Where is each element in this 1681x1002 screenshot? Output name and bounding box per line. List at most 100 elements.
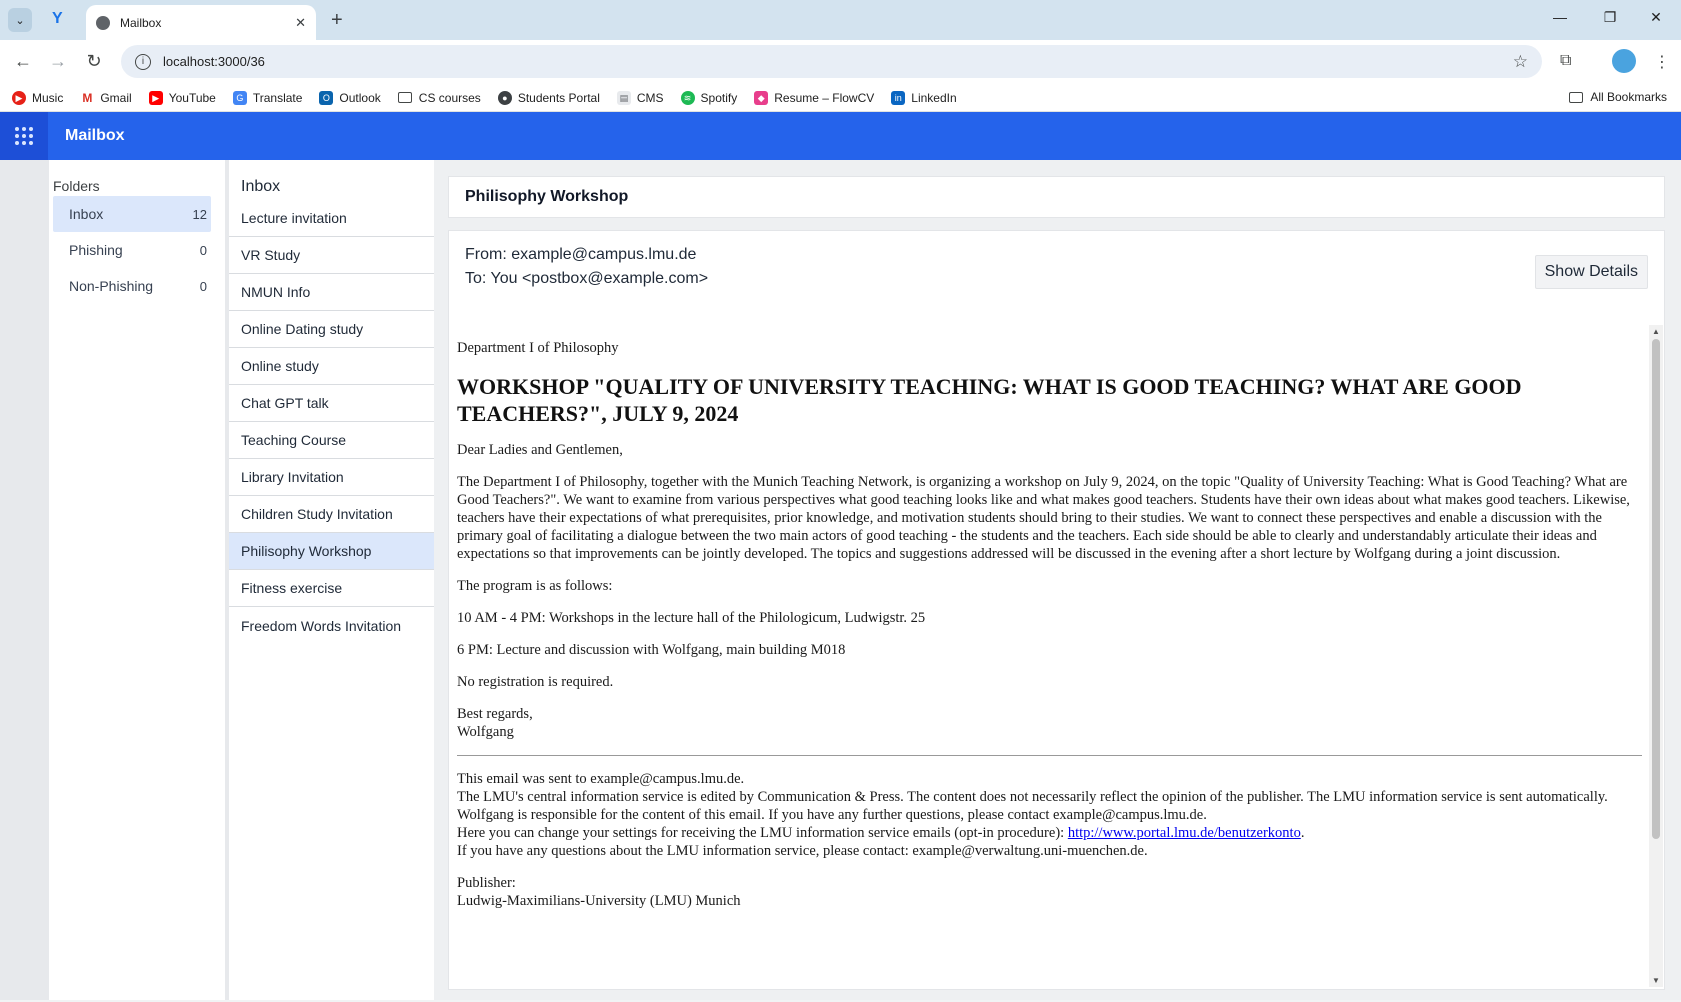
folders-panel: Folders Inbox 12 Phishing 0 Non-Phishing… xyxy=(49,160,225,1000)
bookmark-music[interactable]: ▶ Music xyxy=(12,90,63,105)
apps-grid-icon[interactable] xyxy=(0,112,48,160)
mail-list-item[interactable]: Teaching Course xyxy=(229,422,434,459)
message-from: From: example@campus.lmu.de xyxy=(465,246,697,263)
footer-line: Here you can change your settings for re… xyxy=(457,825,1305,841)
mail-list-panel: Inbox Lecture invitation VR Study NMUN I… xyxy=(225,160,434,1000)
folders-title: Folders xyxy=(53,178,100,194)
show-details-button[interactable]: Show Details xyxy=(1534,255,1648,289)
url-omnibox[interactable]: i localhost:3000/36 ☆ xyxy=(121,45,1542,78)
footer-line: If you have any questions about the LMU … xyxy=(457,843,1148,859)
browser-tab[interactable]: Mailbox ✕ xyxy=(86,5,316,40)
minimize-icon[interactable]: — xyxy=(1550,9,1570,25)
restore-icon[interactable]: ❐ xyxy=(1600,9,1620,26)
new-tab-icon[interactable]: + xyxy=(331,9,343,32)
forward-icon[interactable]: → xyxy=(48,51,68,72)
mail-list-item[interactable]: Children Study Invitation xyxy=(229,496,434,533)
tab-title: Mailbox xyxy=(120,15,162,30)
folder-count: 0 xyxy=(199,278,207,294)
folder-icon xyxy=(397,92,412,103)
body-paragraph: The Department I of Philosophy, together… xyxy=(457,474,1630,562)
greeting: Dear Ladies and Gentlemen, xyxy=(457,442,623,458)
outlook-icon: O xyxy=(319,90,334,105)
bookmark-translate[interactable]: G Translate xyxy=(232,90,302,105)
footer-line: Wolfgang is responsible for the content … xyxy=(457,807,1207,823)
message-subject: Philisophy Workshop xyxy=(448,176,1665,218)
mail-list-item[interactable]: Freedom Words Invitation xyxy=(229,607,434,644)
app-body: Folders Inbox 12 Phishing 0 Non-Phishing… xyxy=(0,160,1681,1000)
divider xyxy=(457,755,1642,756)
signature: Wolfgang xyxy=(457,724,514,740)
address-bar: ← → ↻ i localhost:3000/36 ☆ ⧉ ⋮ xyxy=(0,40,1681,84)
mail-list-item[interactable]: Lecture invitation xyxy=(229,200,434,237)
email-scrollbar[interactable]: ▲ ▼ xyxy=(1649,325,1663,987)
app-header: Mailbox xyxy=(0,112,1681,160)
bookmark-students-portal[interactable]: ● Students Portal xyxy=(497,90,600,105)
window-close-icon[interactable]: ✕ xyxy=(1646,9,1666,26)
registration-note: No registration is required. xyxy=(457,674,614,690)
url-text[interactable]: localhost:3000/36 xyxy=(163,54,1513,69)
site-info-icon[interactable]: i xyxy=(135,53,151,70)
bookmark-linkedin[interactable]: in LinkedIn xyxy=(891,90,957,105)
bookmark-youtube[interactable]: ▶ YouTube xyxy=(148,90,216,105)
folder-label: Phishing xyxy=(69,242,123,258)
folder-inbox[interactable]: Inbox 12 xyxy=(53,196,211,232)
all-bookmarks[interactable]: All Bookmarks xyxy=(1569,90,1667,104)
mail-list-item-selected[interactable]: Philisophy Workshop xyxy=(229,533,434,570)
mail-list-item[interactable]: Online study xyxy=(229,348,434,385)
publisher-name: Ludwig-Maximilians-University (LMU) Muni… xyxy=(457,893,741,909)
bookmark-outlook[interactable]: O Outlook xyxy=(319,90,381,105)
folder-non-phishing[interactable]: Non-Phishing 0 xyxy=(53,268,211,304)
email-heading: WORKSHOP "QUALITY OF UNIVERSITY TEACHING… xyxy=(457,374,1522,426)
mail-list-item[interactable]: NMUN Info xyxy=(229,274,434,311)
folder-count: 0 xyxy=(199,242,207,258)
portal-icon: ● xyxy=(497,90,512,105)
folder-count: 12 xyxy=(192,206,207,222)
department-line: Department I of Philosophy xyxy=(457,340,619,356)
footer-line: This email was sent to example@campus.lm… xyxy=(457,771,745,787)
tab-search-icon[interactable]: ⌄ xyxy=(8,8,32,32)
bookmark-spotify[interactable]: ≋ Spotify xyxy=(680,90,737,105)
flowcv-icon: ◆ xyxy=(754,90,769,105)
mail-list-item[interactable]: Library Invitation xyxy=(229,459,434,496)
back-icon[interactable]: ← xyxy=(13,51,33,72)
bookmark-star-icon[interactable]: ☆ xyxy=(1513,52,1528,72)
sign-off: Best regards, Wolfgang xyxy=(457,705,1642,741)
bookmark-cms[interactable]: ▤ CMS xyxy=(616,90,664,105)
portal-link[interactable]: http://www.portal.lmu.de/benutzerkonto xyxy=(1068,825,1301,841)
scroll-up-icon[interactable]: ▲ xyxy=(1652,327,1660,336)
message-to: To: You <postbox@example.com> xyxy=(465,270,709,287)
folder-phishing[interactable]: Phishing 0 xyxy=(53,232,211,268)
extensions-icon[interactable]: ⧉ xyxy=(1560,52,1571,70)
scroll-down-icon[interactable]: ▼ xyxy=(1652,976,1660,985)
translate-icon: G xyxy=(232,90,247,105)
closing: Best regards, xyxy=(457,706,533,722)
browser-logo-icon: Y xyxy=(52,10,63,27)
music-icon: ▶ xyxy=(12,90,26,105)
mail-list-item[interactable]: VR Study xyxy=(229,237,434,274)
mail-list-item[interactable]: Chat GPT talk xyxy=(229,385,434,422)
side-rail xyxy=(0,160,49,1000)
footer-line: The LMU's central information service is… xyxy=(457,789,1608,805)
bookmarks-bar: ▶ Music M Gmail ▶ YouTube G Translate O Outlo… xyxy=(0,84,1681,112)
mail-list-item[interactable]: Online Dating study xyxy=(229,311,434,348)
email-body[interactable]: Department I of Philosophy WORKSHOP "QUA… xyxy=(457,325,1650,989)
bookmark-cs-courses[interactable]: CS courses xyxy=(397,91,481,105)
menu-dots-icon[interactable]: ⋮ xyxy=(1654,52,1670,72)
profile-avatar[interactable] xyxy=(1612,49,1636,73)
inbox-title: Inbox xyxy=(241,178,281,195)
message-card: From: example@campus.lmu.de To: You <pos… xyxy=(448,230,1665,990)
program-item: 10 AM - 4 PM: Workshops in the lecture h… xyxy=(457,610,926,626)
folder-icon xyxy=(1569,91,1584,103)
publisher-label: Publisher: xyxy=(457,875,516,891)
cms-icon: ▤ xyxy=(616,90,631,105)
bookmark-gmail[interactable]: M Gmail xyxy=(80,90,132,105)
mail-list-item[interactable]: Fitness exercise xyxy=(229,570,434,607)
linkedin-icon: in xyxy=(891,90,906,105)
bookmark-flowcv[interactable]: ◆ Resume – FlowCV xyxy=(754,90,874,105)
scroll-thumb[interactable] xyxy=(1652,339,1660,839)
reload-icon[interactable]: ↻ xyxy=(84,51,104,72)
globe-icon xyxy=(96,15,110,30)
message-reader: Philisophy Workshop From: example@campus… xyxy=(448,176,1665,990)
spotify-icon: ≋ xyxy=(680,90,695,105)
close-tab-icon[interactable]: ✕ xyxy=(295,15,306,31)
